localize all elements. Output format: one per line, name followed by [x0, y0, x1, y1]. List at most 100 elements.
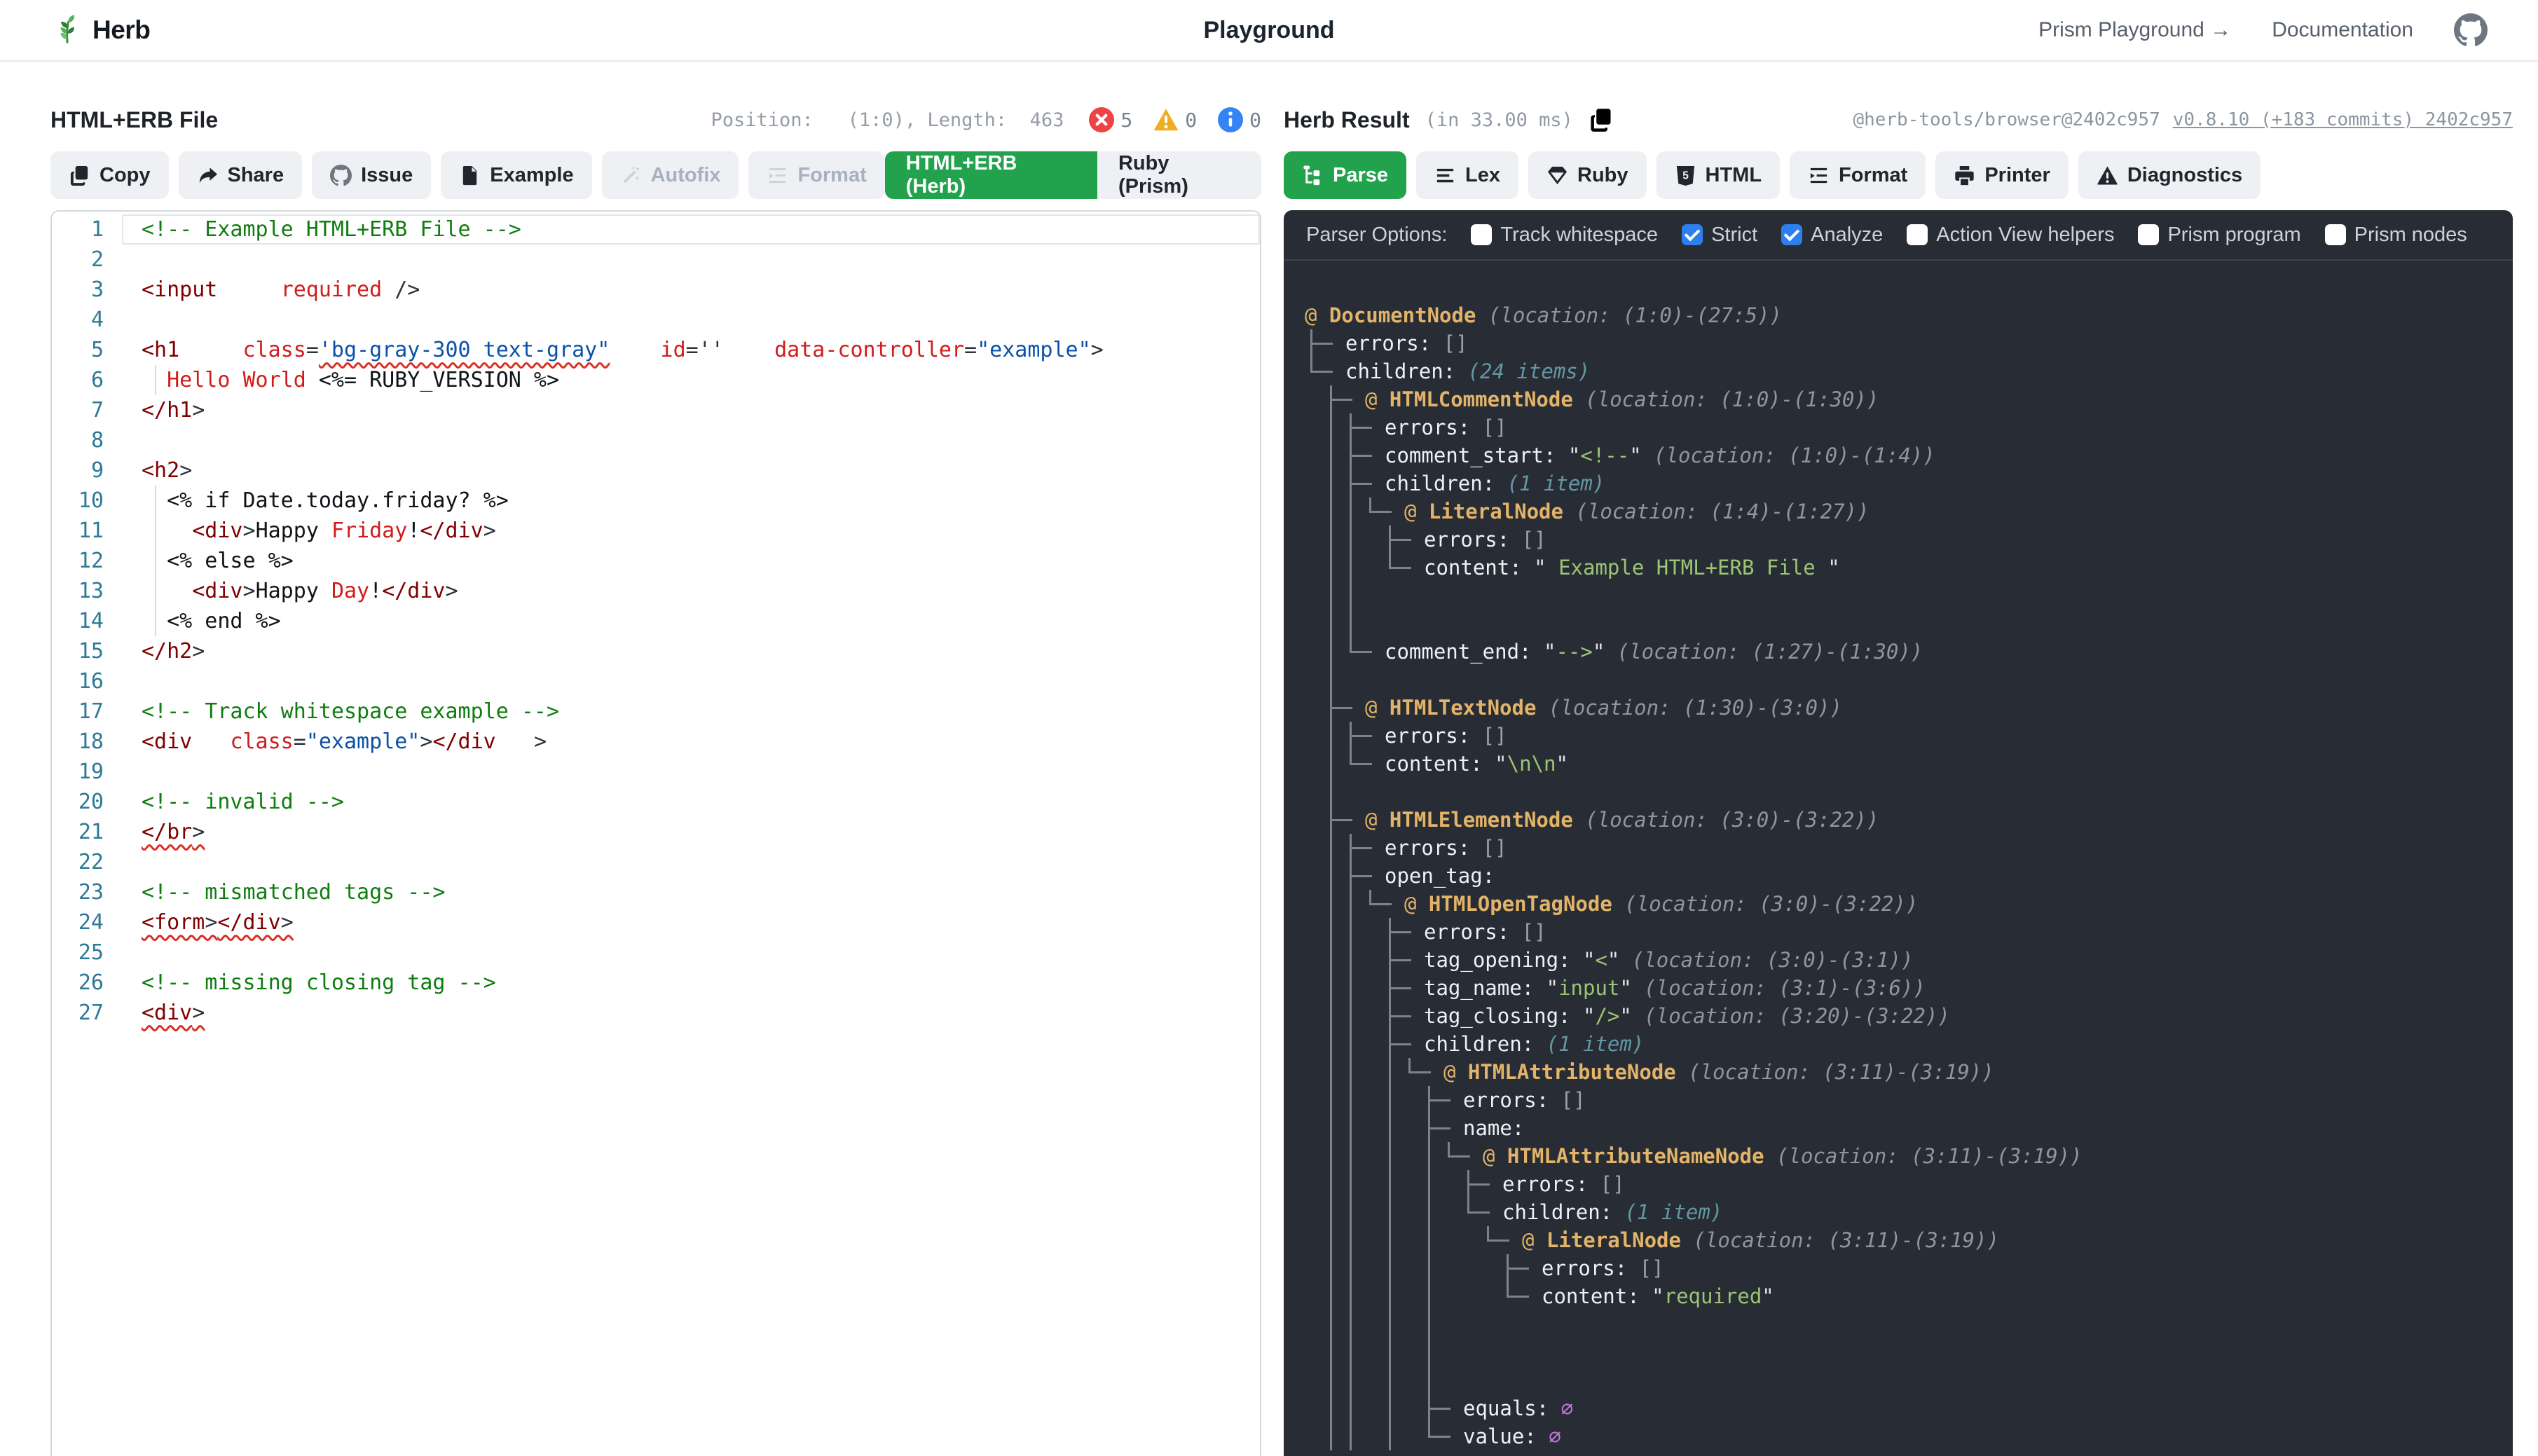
copy-result-icon[interactable] — [1589, 107, 1614, 132]
code-line[interactable]: 20<!-- invalid --> — [52, 787, 1260, 817]
code-line[interactable]: 10 <% if Date.today.friday? %> — [52, 486, 1260, 516]
tree-guide — [1403, 1086, 1422, 1114]
tree-guide — [1383, 1198, 1403, 1226]
nav-documentation-link[interactable]: Documentation — [2272, 18, 2413, 42]
parser-option-prism-nodes[interactable]: Prism nodes — [2325, 224, 2467, 247]
tree-guide — [1344, 1254, 1364, 1282]
tree-guide — [1344, 1338, 1364, 1366]
html-button[interactable]: 5HTML — [1656, 151, 1781, 199]
tree-guide — [1324, 750, 1344, 778]
tree-guide — [1364, 974, 1383, 1002]
code-line[interactable]: 21</br> — [52, 817, 1260, 847]
tree-guide — [1344, 497, 1364, 526]
code-line-text — [122, 757, 1260, 787]
format-result-button[interactable]: Format — [1790, 151, 1926, 199]
tree-guide — [1324, 862, 1344, 890]
tree-guide — [1344, 1282, 1364, 1310]
code-line[interactable]: 5<h1 class='bg-gray-300 text-gray" id=''… — [52, 335, 1260, 365]
lex-button[interactable]: Lex — [1416, 151, 1518, 199]
nav-prism-playground-link[interactable]: Prism Playground → — [2038, 18, 2231, 42]
issue-button[interactable]: Issue — [312, 151, 431, 199]
diagnostic-badges: 5 0 0 — [1089, 107, 1261, 132]
code-line[interactable]: 18<div class="example"></div > — [52, 727, 1260, 757]
tree-node-text: @ LiteralNode (location: (3:11)-(3:19)) — [1522, 1226, 1999, 1254]
tree-row: children: (1 item) — [1305, 1030, 2513, 1058]
tree-guide — [1305, 890, 1324, 918]
share-button[interactable]: Share — [179, 151, 303, 199]
tree-guide — [1403, 1422, 1422, 1450]
code-line-text: <!-- Example HTML+ERB File --> — [122, 214, 1260, 245]
ruby-button[interactable]: Ruby — [1528, 151, 1647, 199]
copy-button[interactable]: Copy — [50, 151, 169, 199]
code-line[interactable]: 16 — [52, 666, 1260, 696]
diagnostics-button[interactable]: Diagnostics — [2078, 151, 2261, 199]
parser-option-label: Prism nodes — [2354, 224, 2467, 247]
parser-option-label: Strict — [1711, 224, 1757, 247]
code-line[interactable]: 11 <div>Happy Friday!</div> — [52, 516, 1260, 546]
tree-guide — [1422, 1310, 1442, 1338]
mode-herb-tab[interactable]: HTML+ERB (Herb) — [885, 151, 1097, 199]
code-line[interactable]: 13 <div>Happy Day!</div> — [52, 576, 1260, 606]
tree-guide — [1324, 1030, 1344, 1058]
tree-row: tag_name: "input" (location: (3:1)-(3:6)… — [1305, 974, 2513, 1002]
code-line[interactable]: 15</h2> — [52, 636, 1260, 666]
parser-option-analyze[interactable]: Analyze — [1781, 224, 1883, 247]
tree-guide — [1305, 385, 1324, 413]
button-label: Share — [228, 164, 284, 187]
code-line[interactable]: 24<form></div> — [52, 907, 1260, 938]
code-line[interactable]: 14 <% end %> — [52, 606, 1260, 636]
code-line[interactable]: 17<!-- Track whitespace example --> — [52, 696, 1260, 727]
gem-icon — [1546, 165, 1568, 186]
tree-guide — [1383, 1086, 1403, 1114]
github-icon[interactable] — [2454, 13, 2488, 47]
tree-guide — [1481, 1226, 1515, 1254]
code-line[interactable]: 12 <% else %> — [52, 546, 1260, 576]
code-line-text: <h2> — [122, 455, 1260, 486]
checkbox-icon — [2325, 224, 2346, 245]
code-line[interactable]: 1<!-- Example HTML+ERB File --> — [52, 214, 1260, 245]
tree-guide — [1344, 526, 1364, 554]
parser-option-track-whitespace[interactable]: Track whitespace — [1471, 224, 1658, 247]
autofix-button[interactable]: Autofix — [602, 151, 739, 199]
tree-node-text: @ HTMLAttributeNameNode (location: (3:11… — [1483, 1142, 2083, 1170]
parser-option-prism-program[interactable]: Prism program — [2138, 224, 2300, 247]
code-line[interactable]: 27<div> — [52, 998, 1260, 1028]
tree-guide — [1383, 946, 1417, 974]
line-number: 11 — [52, 516, 122, 546]
mode-prism-tab[interactable]: Ruby (Prism) — [1097, 151, 1261, 199]
format-source-button[interactable]: Format — [748, 151, 884, 199]
code-line[interactable]: 23<!-- mismatched tags --> — [52, 877, 1260, 907]
tree-guide — [1324, 497, 1344, 526]
code-line[interactable]: 3<input required /> — [52, 275, 1260, 305]
parser-option-strict[interactable]: Strict — [1682, 224, 1757, 247]
tree-row: content: "\n\n" — [1305, 750, 2513, 778]
code-editor[interactable]: 1<!-- Example HTML+ERB File -->23<input … — [50, 210, 1261, 1456]
printer-button[interactable]: Printer — [1935, 151, 2068, 199]
code-line[interactable]: 7</h1> — [52, 395, 1260, 425]
code-line[interactable]: 2 — [52, 245, 1260, 275]
parser-option-action-view-helpers[interactable]: Action View helpers — [1907, 224, 2114, 247]
tree-node-text: tag_closing: "/>" (location: (3:20)-(3:2… — [1424, 1002, 1950, 1030]
tree-node-text: tag_opening: "<" (location: (3:0)-(3:1)) — [1424, 946, 1913, 974]
parse-button[interactable]: Parse — [1284, 151, 1406, 199]
tree-guide — [1364, 1394, 1383, 1422]
code-line[interactable]: 4 — [52, 305, 1260, 335]
code-line[interactable]: 22 — [52, 847, 1260, 877]
tree-guide — [1324, 610, 1344, 638]
code-line[interactable]: 9<h2> — [52, 455, 1260, 486]
tree-guide — [1324, 694, 1358, 722]
tree-guide — [1324, 1310, 1344, 1338]
code-line[interactable]: 25 — [52, 938, 1260, 968]
version-link[interactable]: v0.8.10 (+183 commits) 2402c957 — [2173, 109, 2513, 130]
tree-guide — [1324, 974, 1344, 1002]
tree-node-text: open_tag: — [1385, 862, 1495, 890]
line-number: 17 — [52, 696, 122, 727]
tree-row: content: " Example HTML+ERB File " — [1305, 554, 2513, 582]
code-line[interactable]: 8 — [52, 425, 1260, 455]
code-line[interactable]: 6 Hello World <%= RUBY_VERSION %> — [52, 365, 1260, 395]
code-line[interactable]: 19 — [52, 757, 1260, 787]
tree-row: value: ∅ — [1305, 1422, 2513, 1450]
code-line[interactable]: 26<!-- missing closing tag --> — [52, 968, 1260, 998]
example-button[interactable]: Example — [441, 151, 591, 199]
line-number: 14 — [52, 606, 122, 636]
